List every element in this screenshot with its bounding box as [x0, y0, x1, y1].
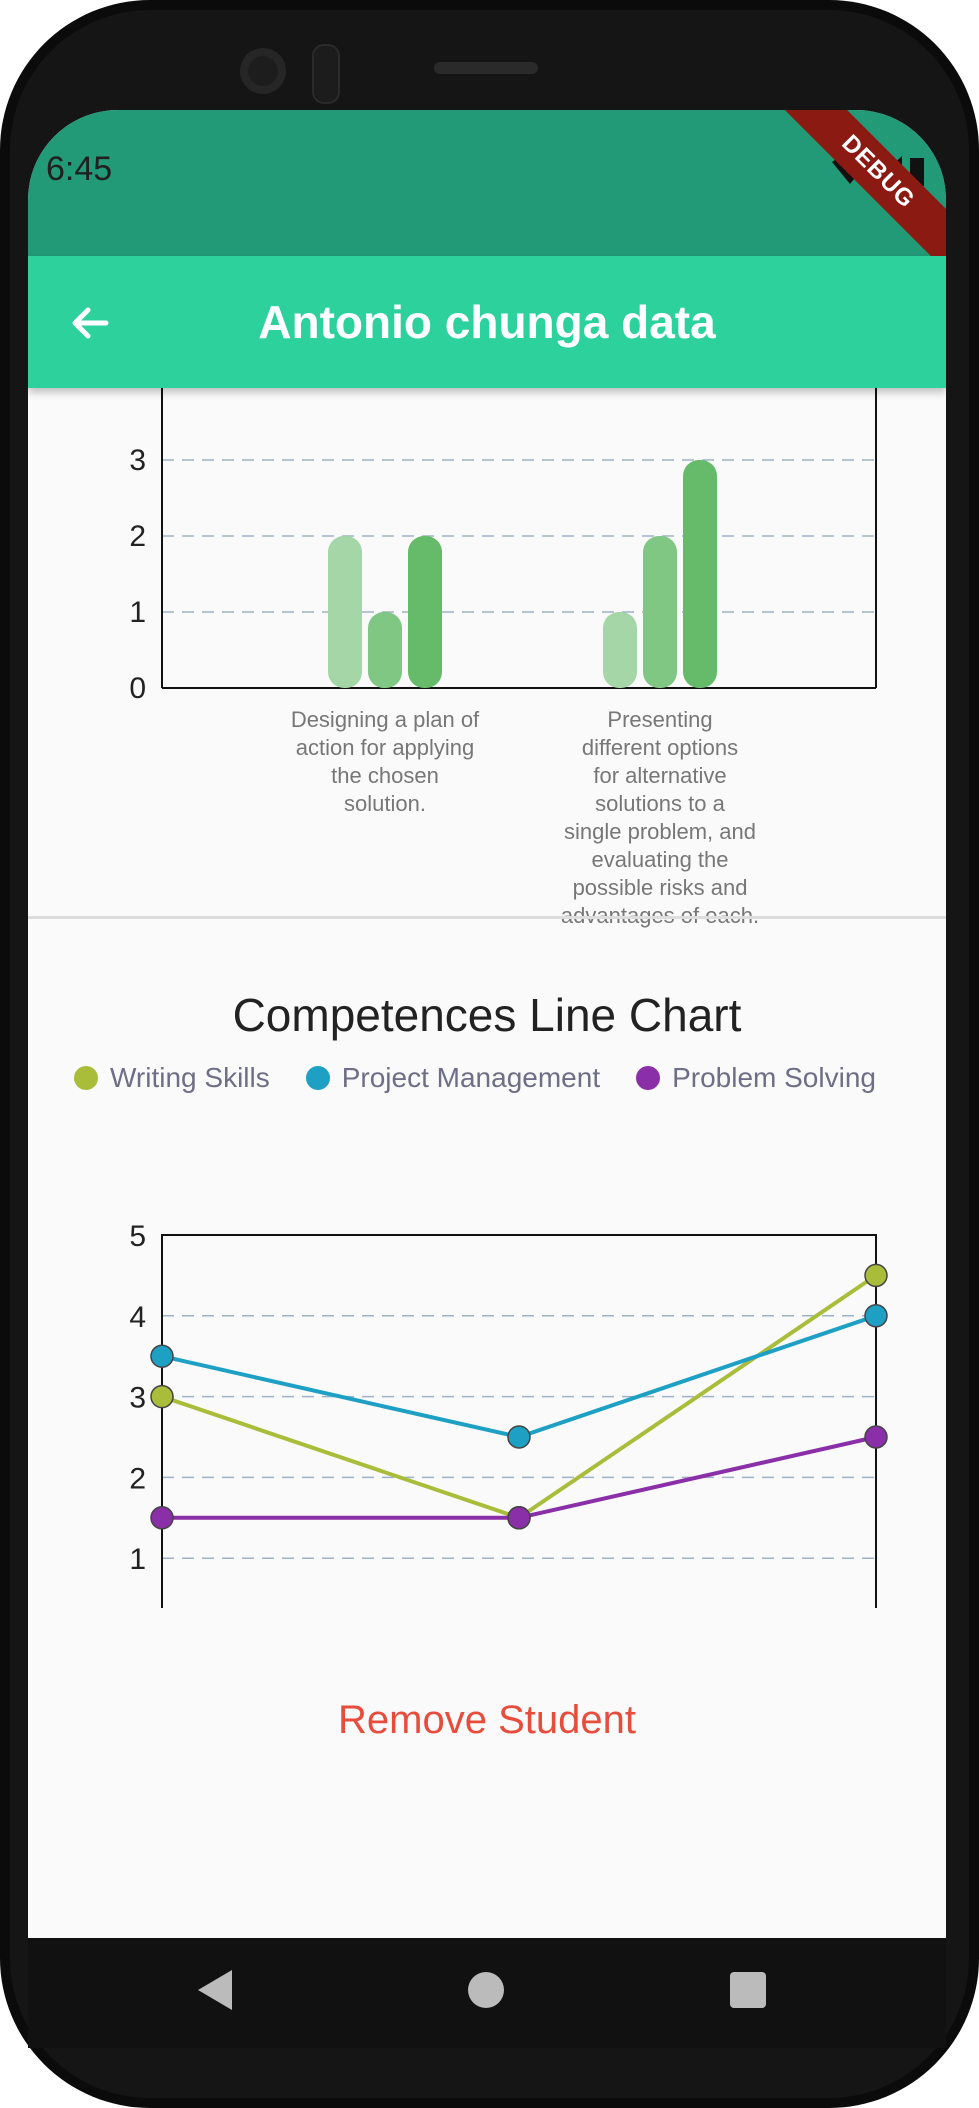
- front-camera: [240, 48, 286, 94]
- nav-home-icon[interactable]: [468, 1972, 504, 2008]
- nav-recents-icon[interactable]: [730, 1972, 766, 2008]
- app-bar: Antonio chunga data: [28, 256, 946, 388]
- bar: [603, 612, 637, 688]
- series-point: [864, 1425, 888, 1449]
- bar-category-label-1: Designing a plan of action for applying …: [290, 707, 480, 816]
- series-line: [161, 1313, 877, 1440]
- line-y-tick-label: 4: [129, 1301, 146, 1334]
- android-nav-bar: [28, 1938, 946, 2048]
- nav-back-icon[interactable]: [198, 1970, 232, 2010]
- screen: 6:45 DEBUG Antonio chunga data 0 1 2 3 Desi…: [28, 110, 946, 1938]
- line-y-tick-label: 2: [129, 1462, 146, 1495]
- earpiece-speaker: [434, 62, 538, 74]
- status-time: 6:45: [46, 150, 113, 188]
- line-y-tick-label: 1: [129, 1543, 146, 1576]
- status-bar: 6:45 DEBUG: [28, 110, 946, 266]
- line-chart: 0123451st Assess2nd Assess3rd Assess: [129, 1220, 888, 1608]
- bar-category-label-2: Presenting different options for alterna…: [561, 707, 759, 928]
- line-plot-border: [161, 1234, 877, 1608]
- device-frame: 6:45 DEBUG Antonio chunga data 0 1 2 3 Desi…: [0, 0, 979, 2108]
- legend-item-problem-solving: Problem Solving: [636, 1062, 876, 1094]
- line-chart-title: Competences Line Chart: [232, 989, 742, 1041]
- remove-student-button[interactable]: Remove Student: [28, 1698, 946, 1743]
- bar-y-tick-label: 0: [129, 672, 146, 705]
- legend-item-writing-skills: Writing Skills: [74, 1062, 270, 1094]
- legend-dot: [305, 1066, 330, 1090]
- legend-dot: [636, 1066, 661, 1090]
- line-y-tick-label: 3: [129, 1382, 146, 1415]
- bar: [643, 536, 677, 688]
- section-divider: [28, 916, 946, 919]
- line-y-tick-label: 5: [129, 1220, 146, 1253]
- series-point: [150, 1344, 174, 1368]
- legend-item-project-management: Project Management: [305, 1062, 600, 1094]
- series-point: [150, 1506, 174, 1530]
- page-title: Antonio chunga data: [258, 296, 716, 348]
- series-point: [864, 1263, 888, 1288]
- bar-y-tick-label: 2: [129, 520, 146, 553]
- bar-chart: 0 1 2 3: [129, 388, 877, 705]
- chart-legend: Writing Skills Project Management Proble…: [74, 1056, 912, 1100]
- bar-y-tick-label: 3: [129, 444, 146, 477]
- proximity-sensor: [312, 44, 340, 104]
- bar: [328, 536, 362, 688]
- debug-banner: DEBUG: [784, 110, 946, 266]
- bar: [368, 612, 402, 688]
- series-point: [507, 1425, 531, 1449]
- bar: [683, 460, 717, 688]
- bar: [408, 536, 442, 688]
- bar-y-tick-label: 1: [129, 596, 146, 629]
- series-point: [150, 1384, 174, 1409]
- series-point: [864, 1304, 888, 1328]
- legend-dot: [74, 1066, 98, 1090]
- series-point: [507, 1506, 531, 1530]
- content-scroll[interactable]: 0 1 2 3 Designing a plan of action for appl…: [28, 388, 946, 1938]
